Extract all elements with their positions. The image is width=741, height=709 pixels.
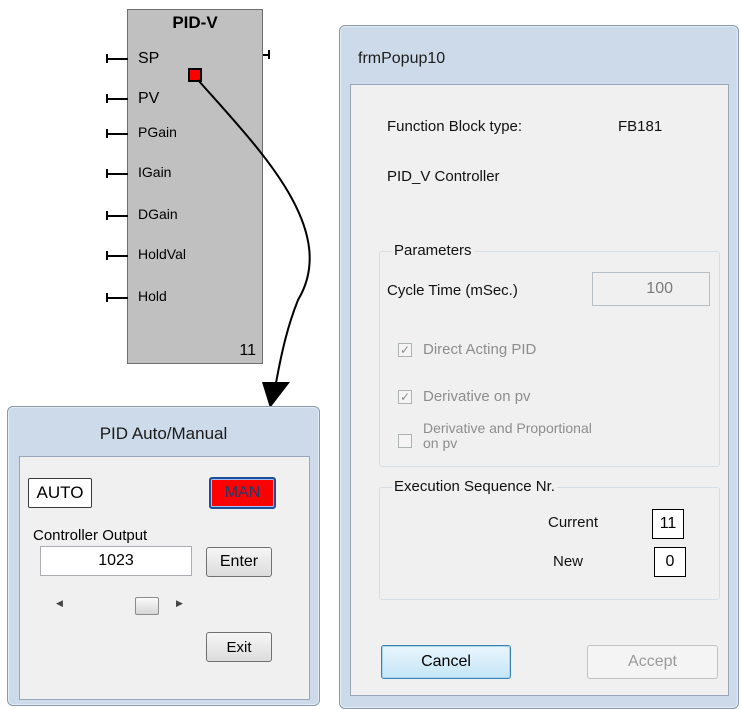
input-pin-pgain: PGain — [138, 124, 177, 140]
pin-line-dgain — [106, 215, 128, 217]
block-title: PID-V — [172, 13, 218, 32]
auto-button[interactable]: AUTO — [28, 478, 92, 508]
man-button[interactable]: MAN — [209, 477, 276, 509]
scroll-thumb[interactable] — [135, 597, 159, 615]
input-pin-hold: Hold — [138, 288, 167, 304]
input-pin-pv: PV — [138, 90, 160, 107]
accept-button[interactable]: Accept — [587, 645, 718, 679]
cancel-button[interactable]: Cancel — [381, 645, 511, 679]
output-scrollbar[interactable] — [50, 594, 188, 616]
pin-line-igain — [106, 173, 128, 175]
pin-tick-pgain — [106, 129, 108, 138]
input-pin-holdval: HoldVal — [138, 246, 186, 262]
pin-line-holdval — [106, 255, 128, 257]
pin-tick-holdval — [106, 251, 108, 260]
pin-tick-dgain — [106, 211, 108, 220]
current-label: Current — [548, 514, 599, 531]
input-pin-igain: IGain — [138, 164, 172, 180]
pin-line-hold — [106, 297, 128, 299]
pin-tick-pv — [106, 94, 108, 103]
controller-name: PID_V Controller — [387, 168, 500, 185]
pin-line-pv — [106, 98, 128, 100]
direct-acting-label: Direct Acting PID — [423, 341, 537, 358]
parameters-legend: Parameters — [392, 242, 474, 259]
new-sequence-field[interactable]: 0 — [654, 547, 686, 577]
current-sequence-field: 11 — [652, 509, 684, 539]
pid-v-function-block[interactable]: PID-V SP PV PGain IGain DGain HoldVal Ho… — [127, 9, 263, 364]
derivative-pv-label: Derivative on pv — [423, 388, 531, 405]
fb-type-label: Function Block type: — [387, 118, 523, 135]
input-pin-dgain: DGain — [138, 206, 178, 222]
new-label: New — [553, 553, 584, 570]
window-title: PID Auto/Manual — [99, 424, 228, 443]
fb-type-value: FB181 — [618, 118, 663, 135]
scroll-right-arrow-icon[interactable]: ▶ — [176, 598, 183, 609]
cycle-time-label: Cycle Time (mSec.) — [387, 282, 518, 299]
block-hotspot-marker[interactable] — [188, 68, 202, 82]
enter-button[interactable]: Enter — [206, 547, 272, 577]
controller-output-label: Controller Output — [33, 527, 148, 544]
derivative-pv-checkbox[interactable]: ✓ — [398, 390, 412, 404]
scroll-left-arrow-icon[interactable]: ◀ — [56, 598, 63, 609]
execution-sequence-group — [379, 487, 720, 600]
derivative-proportional-checkbox[interactable] — [398, 434, 412, 448]
window-title: frmPopup10 — [358, 50, 446, 67]
exit-button[interactable]: Exit — [206, 632, 272, 662]
derivative-proportional-label-line2: on pv — [423, 435, 458, 451]
derivative-proportional-label: Derivative and Proportional on pv — [423, 421, 592, 451]
direct-acting-checkbox[interactable]: ✓ — [398, 343, 412, 357]
pin-line-pgain — [106, 133, 128, 135]
controller-output-field[interactable]: 1023 — [40, 546, 192, 576]
input-pin-sp: SP — [138, 50, 160, 67]
cycle-time-field[interactable]: 100 — [592, 272, 710, 306]
derivative-proportional-label-line1: Derivative and Proportional — [423, 420, 592, 436]
execution-sequence-legend: Execution Sequence Nr. — [392, 478, 557, 495]
output-pin-tick — [268, 50, 270, 59]
pin-tick-sp — [106, 54, 108, 63]
pin-tick-hold — [106, 293, 108, 302]
execution-number: 11 — [239, 342, 256, 359]
pin-tick-igain — [106, 169, 108, 178]
pin-line-sp — [106, 58, 128, 60]
